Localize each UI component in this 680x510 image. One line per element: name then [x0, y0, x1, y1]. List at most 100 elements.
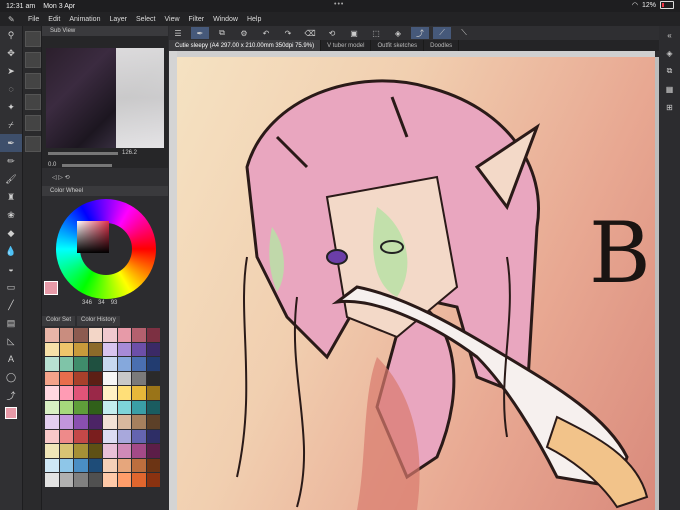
color-swatch[interactable]: [45, 357, 59, 371]
color-swatch[interactable]: [132, 429, 146, 443]
subtool-slot[interactable]: [25, 94, 41, 110]
color-swatch[interactable]: [132, 400, 146, 414]
settings-command-icon[interactable]: ⚙: [235, 27, 253, 39]
deselect-icon[interactable]: ⬚: [367, 27, 385, 39]
color-swatch[interactable]: [146, 444, 160, 458]
zoom-tool-icon[interactable]: ⚲: [0, 26, 22, 44]
doc-tab-doodles[interactable]: Doodles: [424, 40, 460, 51]
color-swatch[interactable]: [74, 342, 88, 356]
color-swatch[interactable]: [103, 429, 117, 443]
color-swatch[interactable]: [103, 458, 117, 472]
color-swatch[interactable]: [74, 357, 88, 371]
color-swatch[interactable]: [103, 371, 117, 385]
color-swatch[interactable]: [146, 458, 160, 472]
eraser-tool-icon[interactable]: ◆: [0, 224, 22, 242]
color-swatch[interactable]: [146, 342, 160, 356]
color-swatch[interactable]: [59, 357, 73, 371]
color-swatch[interactable]: [74, 429, 88, 443]
doc-tab-cutie-sleepy[interactable]: Cutie sleepy (A4 297.00 x 210.00mm 350dp…: [169, 40, 322, 51]
color-swatch[interactable]: [59, 371, 73, 385]
tab-color-set[interactable]: Color Set: [42, 316, 76, 326]
subview-image[interactable]: [46, 48, 164, 148]
angle-slider[interactable]: [62, 163, 113, 167]
color-swatch[interactable]: [88, 473, 102, 487]
color-swatch[interactable]: [88, 328, 102, 342]
color-swatch[interactable]: [103, 386, 117, 400]
color-swatch[interactable]: [88, 415, 102, 429]
ruler-command-icon[interactable]: ⟍: [455, 27, 473, 39]
layer-property-icon[interactable]: ◈: [659, 44, 680, 62]
undo-icon[interactable]: ↶: [257, 27, 275, 39]
color-swatch[interactable]: [74, 458, 88, 472]
color-swatch[interactable]: [45, 371, 59, 385]
color-swatch-icon[interactable]: [0, 404, 22, 422]
pencil-tool-icon[interactable]: ✏: [0, 152, 22, 170]
move-tool-icon[interactable]: ✥: [0, 44, 22, 62]
color-swatch[interactable]: [74, 386, 88, 400]
color-swatch[interactable]: [132, 458, 146, 472]
color-swatch[interactable]: [103, 415, 117, 429]
clear-icon[interactable]: ⌫: [301, 27, 319, 39]
color-swatch[interactable]: [103, 473, 117, 487]
frame-tool-icon[interactable]: ▤: [0, 314, 22, 332]
menu-filter[interactable]: Filter: [189, 16, 205, 23]
gradient-tool-icon[interactable]: ▭: [0, 278, 22, 296]
color-swatch[interactable]: [117, 415, 131, 429]
color-swatch[interactable]: [45, 444, 59, 458]
menu-layer[interactable]: Layer: [109, 16, 127, 23]
menu-animation[interactable]: Animation: [69, 16, 100, 23]
color-swatch[interactable]: [59, 328, 73, 342]
color-swatch[interactable]: [88, 342, 102, 356]
menu-file[interactable]: File: [28, 16, 39, 23]
color-swatch[interactable]: [45, 429, 59, 443]
subtool-slot[interactable]: [25, 115, 41, 131]
multitasking-dots[interactable]: •••: [334, 1, 344, 8]
color-swatch[interactable]: [103, 328, 117, 342]
color-swatch[interactable]: [132, 415, 146, 429]
saturation-value-square[interactable]: [77, 221, 109, 253]
lasso-tool-icon[interactable]: ◌: [0, 80, 22, 98]
color-swatch[interactable]: [103, 444, 117, 458]
color-swatch[interactable]: [132, 444, 146, 458]
color-swatch[interactable]: [117, 458, 131, 472]
color-swatch[interactable]: [132, 473, 146, 487]
color-swatch[interactable]: [132, 386, 146, 400]
color-swatch[interactable]: [74, 400, 88, 414]
layers-icon[interactable]: ⧉: [659, 62, 680, 80]
color-swatch[interactable]: [132, 328, 146, 342]
operation-tool-icon[interactable]: ➤: [0, 62, 22, 80]
fill-tool-icon[interactable]: ◒: [0, 260, 22, 278]
navigator-icon[interactable]: ⊞: [659, 98, 680, 116]
collapse-icon[interactable]: «: [659, 26, 680, 44]
color-swatch[interactable]: [117, 386, 131, 400]
color-swatch[interactable]: [132, 371, 146, 385]
color-swatch[interactable]: [146, 357, 160, 371]
pen-command-icon[interactable]: ✒: [191, 27, 209, 39]
flip-button[interactable]: ◁ ▷ ⟲: [52, 174, 70, 181]
color-swatch[interactable]: [117, 429, 131, 443]
zoom-slider[interactable]: [48, 151, 118, 155]
color-swatch[interactable]: [117, 357, 131, 371]
color-swatch[interactable]: [117, 444, 131, 458]
select-all-icon[interactable]: ▣: [345, 27, 363, 39]
redo-icon[interactable]: ↷: [279, 27, 297, 39]
pen-tool-icon[interactable]: ✒: [0, 134, 22, 152]
snap-icon[interactable]: ⟋: [433, 27, 451, 39]
color-swatch[interactable]: [45, 458, 59, 472]
color-swatch[interactable]: [103, 400, 117, 414]
decoration-tool-icon[interactable]: ❀: [0, 206, 22, 224]
color-swatch[interactable]: [45, 473, 59, 487]
doc-tab-vtuber-model[interactable]: V tuber model: [321, 40, 372, 51]
blend-tool-icon[interactable]: 💧: [0, 242, 22, 260]
color-swatch[interactable]: [45, 328, 59, 342]
figure-tool-icon[interactable]: ╱: [0, 296, 22, 314]
color-swatch[interactable]: [74, 473, 88, 487]
color-swatch[interactable]: [146, 386, 160, 400]
correct-line-tool-icon[interactable]: ⤴: [0, 386, 22, 404]
eyedropper-icon[interactable]: ⌿: [0, 116, 22, 134]
color-swatch[interactable]: [117, 473, 131, 487]
color-swatch[interactable]: [74, 328, 88, 342]
color-swatch[interactable]: [59, 473, 73, 487]
color-swatch[interactable]: [59, 429, 73, 443]
color-swatch[interactable]: [59, 342, 73, 356]
